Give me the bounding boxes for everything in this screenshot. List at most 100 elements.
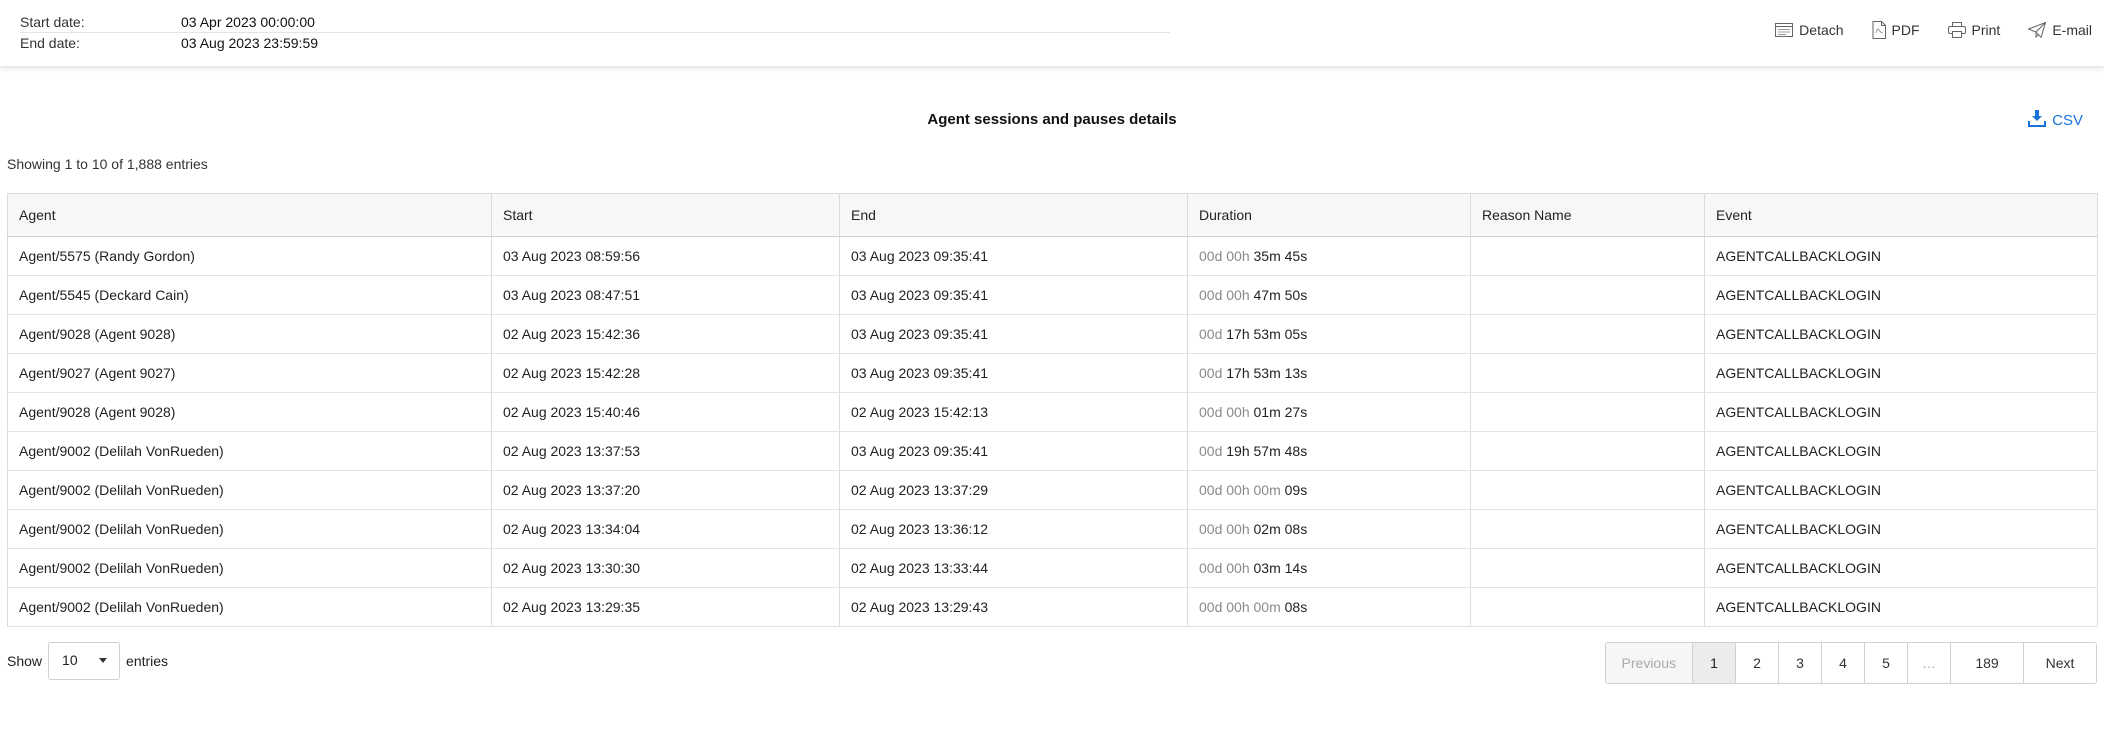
page-length-select[interactable]: 10	[48, 642, 121, 680]
cell-start: 02 Aug 2023 13:37:20	[491, 470, 840, 510]
cell-end: 03 Aug 2023 09:35:41	[839, 353, 1188, 393]
table-row: Agent/9002 (Delilah VonRueden) 02 Aug 20…	[7, 587, 2098, 627]
print-button[interactable]: Print	[1947, 22, 2001, 38]
cell-reason	[1470, 548, 1705, 588]
cell-agent: Agent/9002 (Delilah VonRueden)	[7, 548, 492, 588]
cell-event: AGENTCALLBACKLOGIN	[1704, 548, 2098, 588]
detach-button[interactable]: Detach	[1775, 22, 1844, 38]
caret-down-icon	[99, 658, 108, 663]
table-row: Agent/5575 (Randy Gordon) 03 Aug 2023 08…	[7, 236, 2098, 276]
cell-duration: 00d 19h 57m 48s	[1187, 431, 1471, 471]
duration-muted-part: 00d 00h	[1199, 404, 1250, 420]
column-header-duration[interactable]: Duration	[1187, 193, 1471, 237]
cell-agent: Agent/9002 (Delilah VonRueden)	[7, 431, 492, 471]
cell-agent: Agent/9028 (Agent 9028)	[7, 314, 492, 354]
date-range: Start date: 03 Apr 2023 00:00:00 End dat…	[20, 12, 1170, 53]
pdf-icon	[1872, 21, 1886, 39]
length-menu-suffix: entries	[126, 653, 169, 669]
duration-value-part: 19h 57m 48s	[1226, 443, 1308, 459]
cell-start: 03 Aug 2023 08:47:51	[491, 275, 840, 315]
cell-start: 02 Aug 2023 13:29:35	[491, 587, 840, 627]
column-header-reason-name[interactable]: Reason Name	[1470, 193, 1705, 237]
cell-agent: Agent/9028 (Agent 9028)	[7, 392, 492, 432]
cell-start: 02 Aug 2023 15:42:36	[491, 314, 840, 354]
cell-end: 03 Aug 2023 09:35:41	[839, 275, 1188, 315]
cell-reason	[1470, 275, 1705, 315]
cell-reason	[1470, 509, 1705, 549]
cell-end: 02 Aug 2023 13:33:44	[839, 548, 1188, 588]
cell-event: AGENTCALLBACKLOGIN	[1704, 509, 2098, 549]
cell-agent: Agent/9002 (Delilah VonRueden)	[7, 509, 492, 549]
start-date-label: Start date:	[20, 14, 85, 30]
cell-duration: 00d 17h 53m 13s	[1187, 353, 1471, 393]
table-row: Agent/9028 (Agent 9028) 02 Aug 2023 15:4…	[7, 314, 2098, 354]
duration-muted-part: 00d 00h 00m	[1199, 482, 1281, 498]
duration-muted-part: 00d 00h	[1199, 248, 1250, 264]
table-header-row: Agent Start End Duration Reason Name Eve…	[7, 193, 2098, 237]
duration-value-part: 02m 08s	[1253, 521, 1308, 537]
duration-muted-part: 00d 00h	[1199, 560, 1250, 576]
cell-event: AGENTCALLBACKLOGIN	[1704, 470, 2098, 510]
csv-export-button[interactable]: CSV	[2028, 109, 2083, 131]
duration-muted-part: 00d	[1199, 443, 1223, 459]
cell-agent: Agent/5545 (Deckard Cain)	[7, 275, 492, 315]
pagination: Previous 1 2 3 4 5 … 189 Next	[1604, 642, 2097, 684]
table-row: Agent/9028 (Agent 9028) 02 Aug 2023 15:4…	[7, 392, 2098, 432]
page-button-5[interactable]: 5	[1864, 643, 1907, 683]
sessions-table: Agent Start End Duration Reason Name Eve…	[7, 193, 2098, 627]
cell-reason	[1470, 470, 1705, 510]
cell-end: 02 Aug 2023 15:42:13	[839, 392, 1188, 432]
cell-duration: 00d 00h 02m 08s	[1187, 509, 1471, 549]
print-label: Print	[1971, 22, 2001, 38]
length-menu-prefix: Show	[7, 653, 43, 669]
cell-reason	[1470, 236, 1705, 276]
page-button-last[interactable]: 189	[1950, 643, 2023, 683]
duration-muted-part: 00d	[1199, 365, 1223, 381]
column-header-start[interactable]: Start	[491, 193, 840, 237]
pdf-button[interactable]: PDF	[1872, 21, 1920, 39]
start-date-value: 03 Apr 2023 00:00:00	[181, 14, 315, 30]
cell-start: 02 Aug 2023 13:30:30	[491, 548, 840, 588]
cell-start: 03 Aug 2023 08:59:56	[491, 236, 840, 276]
detach-icon	[1775, 23, 1794, 37]
column-header-event[interactable]: Event	[1704, 193, 2098, 237]
cell-start: 02 Aug 2023 13:37:53	[491, 431, 840, 471]
cell-end: 02 Aug 2023 13:29:43	[839, 587, 1188, 627]
end-date-label: End date:	[20, 35, 80, 51]
pdf-label: PDF	[1891, 22, 1920, 38]
report-title: Agent sessions and pauses details	[927, 111, 1177, 128]
previous-page-button[interactable]: Previous	[1605, 643, 1692, 683]
page-button-3[interactable]: 3	[1778, 643, 1821, 683]
cell-agent: Agent/5575 (Randy Gordon)	[7, 236, 492, 276]
duration-value-part: 47m 50s	[1253, 287, 1308, 303]
end-date-row: End date: 03 Aug 2023 23:59:59	[20, 33, 1170, 53]
page-button-2[interactable]: 2	[1735, 643, 1778, 683]
table-row: Agent/5545 (Deckard Cain) 03 Aug 2023 08…	[7, 275, 2098, 315]
cell-reason	[1470, 353, 1705, 393]
filter-header: Start date: 03 Apr 2023 00:00:00 End dat…	[0, 0, 2104, 67]
next-page-button[interactable]: Next	[2023, 643, 2096, 683]
cell-start: 02 Aug 2023 15:40:46	[491, 392, 840, 432]
detach-label: Detach	[1799, 22, 1844, 38]
table-row: Agent/9027 (Agent 9027) 02 Aug 2023 15:4…	[7, 353, 2098, 393]
column-header-end[interactable]: End	[839, 193, 1188, 237]
entries-info: Showing 1 to 10 of 1,888 entries	[7, 156, 208, 172]
duration-value-part: 35m 45s	[1253, 248, 1308, 264]
table-row: Agent/9002 (Delilah VonRueden) 02 Aug 20…	[7, 509, 2098, 549]
length-menu: Show 10 entries	[7, 642, 168, 680]
cell-duration: 00d 00h 47m 50s	[1187, 275, 1471, 315]
cell-end: 03 Aug 2023 09:35:41	[839, 236, 1188, 276]
export-actions: Detach PDF Print E-mail	[1775, 21, 2092, 39]
cell-end: 03 Aug 2023 09:35:41	[839, 431, 1188, 471]
column-header-agent[interactable]: Agent	[7, 193, 492, 237]
email-button[interactable]: E-mail	[2028, 22, 2092, 38]
page-button-1[interactable]: 1	[1692, 643, 1735, 683]
cell-agent: Agent/9002 (Delilah VonRueden)	[7, 587, 492, 627]
page-button-4[interactable]: 4	[1821, 643, 1864, 683]
duration-value-part: 17h 53m 13s	[1226, 365, 1308, 381]
cell-event: AGENTCALLBACKLOGIN	[1704, 275, 2098, 315]
cell-reason	[1470, 392, 1705, 432]
table-row: Agent/9002 (Delilah VonRueden) 02 Aug 20…	[7, 431, 2098, 471]
cell-agent: Agent/9027 (Agent 9027)	[7, 353, 492, 393]
page-ellipsis: …	[1907, 643, 1950, 683]
